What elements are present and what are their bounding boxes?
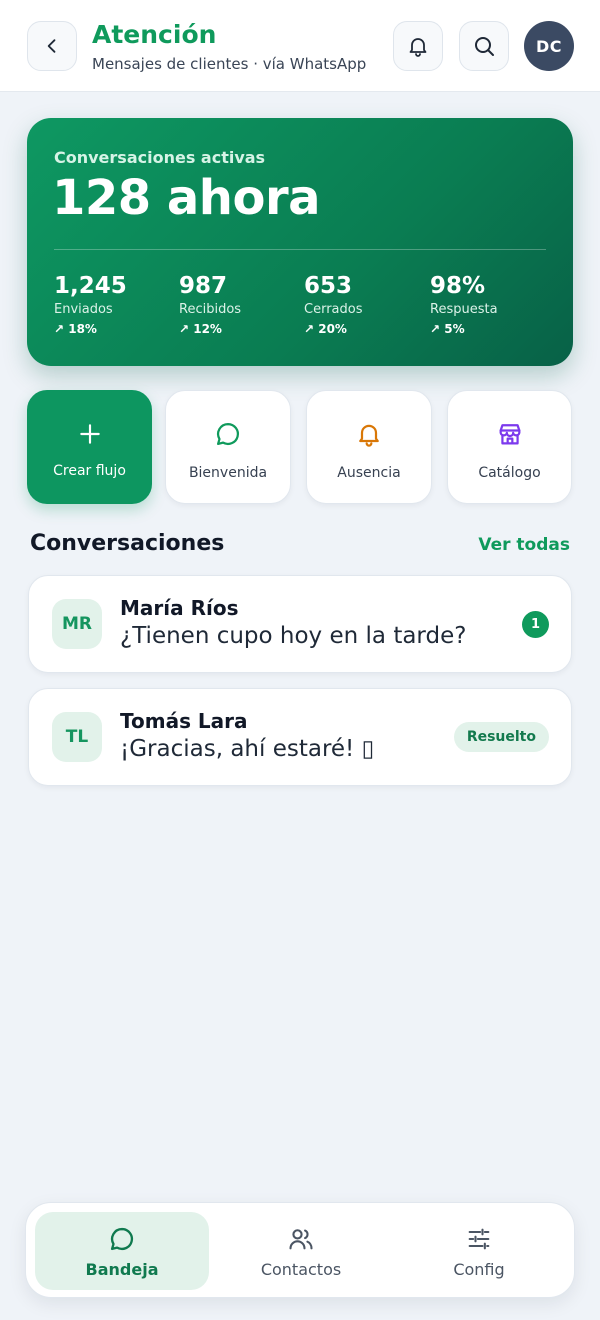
- search-icon: [475, 37, 494, 56]
- away-label: Ausencia: [337, 465, 401, 481]
- page: Atención Mensajes de clientes · vía What…: [0, 0, 600, 1320]
- nav-item-config[interactable]: Config: [392, 1212, 566, 1290]
- conversation-item[interactable]: MR María Ríos ¿Tienen cupo hoy en la tar…: [28, 575, 572, 673]
- active-conversations-card: Conversaciones activas 128 ahora 1,245 E…: [27, 118, 573, 366]
- nav-item-contacts[interactable]: Contactos: [214, 1212, 388, 1290]
- stat-closed: 653 Cerrados ↗ 20%: [304, 271, 424, 339]
- view-all-link[interactable]: Ver todas: [478, 535, 570, 555]
- stat-label: Recibidos: [179, 302, 242, 317]
- nav-label: Config: [453, 1260, 505, 1279]
- app-header: Atención Mensajes de clientes · vía What…: [0, 0, 600, 92]
- hero-value: 128 ahora: [52, 170, 321, 226]
- stat-label: Enviados: [54, 302, 113, 317]
- stat-change: ↗ 12%: [179, 322, 222, 336]
- chevron-left-icon: [47, 39, 56, 53]
- page-subtitle: Mensajes de clientes · vía WhatsApp: [92, 55, 367, 73]
- stat-response: 98% Respuesta ↗ 5%: [430, 271, 550, 339]
- create-flow-button[interactable]: Crear flujo: [27, 390, 152, 504]
- nav-label: Bandeja: [85, 1260, 159, 1279]
- unread-count-badge: 1: [522, 611, 549, 638]
- last-message: ¡Gracias, ahí estaré! ▯: [120, 736, 375, 762]
- welcome-label: Bienvenida: [188, 465, 268, 481]
- stat-value: 1,245: [54, 273, 127, 299]
- contact-avatar: TL: [52, 712, 102, 762]
- store-icon: [495, 419, 525, 449]
- notifications-button[interactable]: [393, 21, 443, 71]
- nav-item-inbox[interactable]: Bandeja: [35, 1212, 209, 1290]
- last-message: ¿Tienen cupo hoy en la tarde?: [120, 623, 467, 649]
- catalog-button[interactable]: Catálogo: [447, 390, 572, 504]
- stat-change: ↗ 5%: [430, 322, 465, 336]
- nav-label: Contactos: [260, 1260, 342, 1279]
- stat-received: 987 Recibidos ↗ 12%: [179, 271, 299, 339]
- stat-value: 98%: [430, 273, 486, 299]
- sliders-icon: [464, 1224, 494, 1254]
- stat-change: ↗ 20%: [304, 322, 347, 336]
- away-message-button[interactable]: Ausencia: [306, 390, 432, 504]
- hero-label: Conversaciones activas: [54, 148, 266, 167]
- conversations-heading: Conversaciones: [30, 531, 225, 556]
- contact-name: Tomás Lara: [120, 709, 248, 733]
- stat-label: Respuesta: [430, 302, 498, 317]
- status-badge: Resuelto: [453, 722, 549, 752]
- stat-value: 987: [179, 273, 228, 299]
- catalog-label: Catálogo: [478, 465, 541, 481]
- stat-sent: 1,245 Enviados ↗ 18%: [54, 271, 174, 339]
- chat-bubble-icon: [107, 1224, 137, 1254]
- contact-name: María Ríos: [120, 596, 239, 620]
- bell-icon: [354, 419, 384, 449]
- user-avatar[interactable]: DC: [524, 21, 574, 71]
- bottom-navigation: Bandeja Contactos Config: [25, 1202, 575, 1298]
- stat-value: 653: [304, 273, 353, 299]
- back-button[interactable]: [27, 21, 77, 71]
- contact-avatar: MR: [52, 599, 102, 649]
- stat-change: ↗ 18%: [54, 322, 97, 336]
- stat-label: Cerrados: [304, 302, 363, 317]
- chat-bubble-icon: [213, 419, 243, 449]
- bell-icon: [409, 38, 427, 57]
- plus-icon: [75, 419, 105, 449]
- search-button[interactable]: [459, 21, 509, 71]
- page-title: Atención: [92, 20, 217, 49]
- welcome-message-button[interactable]: Bienvenida: [165, 390, 291, 504]
- hero-divider: [54, 249, 546, 250]
- create-flow-label: Crear flujo: [53, 463, 126, 479]
- conversation-item[interactable]: TL Tomás Lara ¡Gracias, ahí estaré! ▯ Re…: [28, 688, 572, 786]
- users-icon: [286, 1224, 316, 1254]
